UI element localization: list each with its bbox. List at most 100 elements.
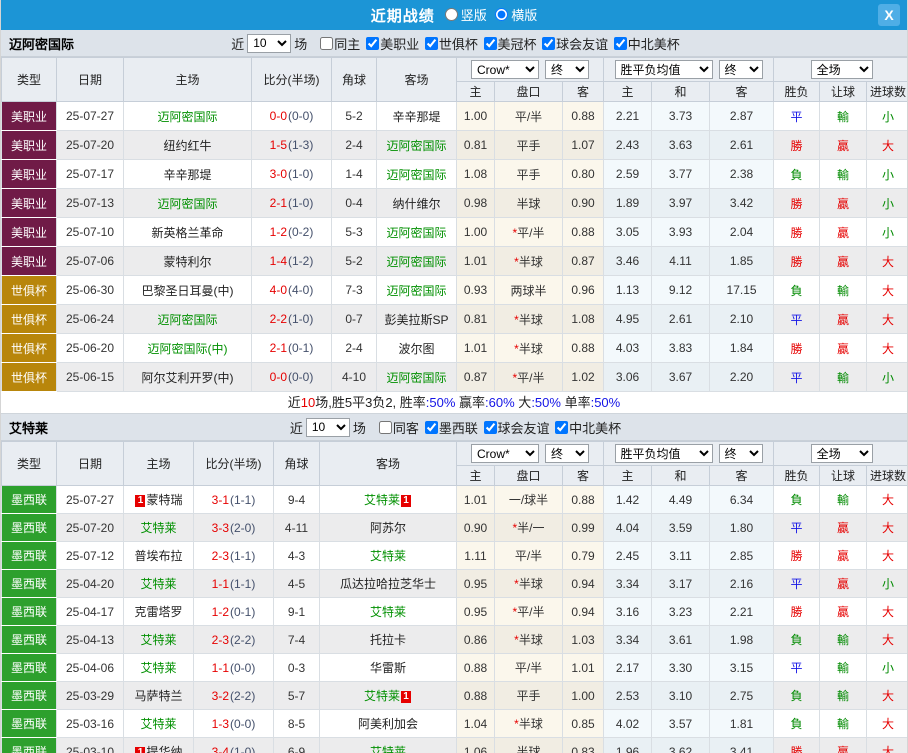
same-venue-checkbox[interactable]: 同客 — [379, 418, 419, 437]
fulltime-score: 2-3 — [212, 549, 229, 563]
near-label: 近 — [290, 418, 303, 437]
team-blocks: 迈阿密国际 近 10 场 同主 美职业 世俱杯 美冠杯 球会友谊 中北美杯 — [1, 30, 907, 753]
avg-odds-select[interactable]: 胜平负均值 — [615, 444, 713, 463]
league-filter-checkbox[interactable]: 世俱杯 — [425, 34, 478, 53]
handicap-text: 平/半 — [515, 661, 542, 675]
avg-odds-select[interactable]: 胜平负均值 — [615, 60, 713, 79]
league-filter-checkbox[interactable]: 球会友谊 — [542, 34, 608, 53]
fulltime-score: 3-4 — [212, 745, 229, 753]
away-team: 艾特莱 — [320, 598, 457, 626]
layout-radio-input[interactable] — [495, 8, 508, 21]
away-team-name: 辛辛那堤 — [392, 110, 440, 124]
corner-score: 4-5 — [274, 570, 320, 598]
match-date: 25-04-17 — [57, 598, 124, 626]
table-row: 美职业 25-07-20 纽约红牛 1-5(1-3) 2-4 迈阿密国际 0.8… — [2, 131, 908, 160]
close-icon[interactable]: X — [878, 4, 900, 26]
away-team: 艾特莱1 — [320, 682, 457, 710]
handicap-odds-home: 0.88 — [457, 654, 495, 682]
team-block: 迈阿密国际 近 10 场 同主 美职业 世俱杯 美冠杯 球会友谊 中北美杯 — [1, 30, 907, 414]
avg-odds-draw: 3.93 — [652, 218, 710, 247]
league-checkbox-input[interactable] — [484, 421, 497, 434]
same-venue-label: 同主 — [334, 34, 360, 53]
layout-radio-input[interactable] — [445, 8, 458, 21]
league-filter-checkbox[interactable]: 中北美杯 — [614, 34, 680, 53]
final-avg-select[interactable]: 终 — [719, 60, 763, 79]
sub-header: 主 — [604, 466, 652, 486]
league-checkbox-input[interactable] — [555, 421, 568, 434]
home-team-name: 蒙特利尔 — [163, 255, 211, 269]
away-team-name: 迈阿密国际 — [386, 168, 446, 182]
team-name: 艾特莱 — [9, 418, 48, 437]
layout-radio-label: 横版 — [511, 5, 537, 24]
league-filter-checkbox[interactable]: 球会友谊 — [484, 418, 550, 437]
avg-odds-home: 4.02 — [604, 710, 652, 738]
result-wdl: 勝 — [774, 542, 820, 570]
scope-select[interactable]: 全场 — [811, 444, 873, 463]
handicap-text: 平/半 — [517, 226, 544, 240]
home-team-name: 迈阿密国际 — [157, 110, 217, 124]
red-card-badge: 1 — [135, 495, 145, 507]
red-card-badge: 1 — [135, 747, 145, 753]
layout-radio[interactable]: 横版 — [495, 5, 537, 24]
final-odds-select[interactable]: 终 — [545, 60, 589, 79]
away-team-name: 迈阿密国际 — [386, 139, 446, 153]
league-checkbox-input[interactable] — [425, 37, 438, 50]
match-count-select[interactable]: 10 — [306, 418, 350, 437]
match-count-select[interactable]: 10 — [247, 34, 291, 53]
same-venue-checkbox-input[interactable] — [379, 421, 392, 434]
table-row: 墨西联 25-03-16 艾特莱 1-3(0-0) 8-5 阿美利加会 1.04… — [2, 710, 908, 738]
same-venue-checkbox-input[interactable] — [320, 37, 333, 50]
avg-odds-home: 4.04 — [604, 514, 652, 542]
fulltime-score: 1-2 — [212, 605, 229, 619]
odds-header-cell: Crow* 终 — [457, 58, 604, 82]
league-filter-checkbox[interactable]: 墨西联 — [425, 418, 478, 437]
table-row: 墨西联 25-07-20 艾特莱 3-3(2-0) 4-11 阿苏尔 0.90 … — [2, 514, 908, 542]
table-row: 墨西联 25-04-17 克雷塔罗 1-2(0-1) 9-1 艾特莱 0.95 … — [2, 598, 908, 626]
layout-radio[interactable]: 竖版 — [445, 5, 487, 24]
league-checkbox-input[interactable] — [425, 421, 438, 434]
fulltime-score: 0-0 — [270, 370, 287, 384]
corner-score: 6-9 — [274, 738, 320, 753]
scope-select[interactable]: 全场 — [811, 60, 873, 79]
near-label: 近 — [231, 34, 244, 53]
handicap-line: *半球 — [495, 247, 563, 276]
result-goals: 大 — [867, 305, 908, 334]
avg-odds-home: 1.13 — [604, 276, 652, 305]
result-wdl: 負 — [774, 626, 820, 654]
final-odds-select[interactable]: 终 — [545, 444, 589, 463]
same-venue-checkbox[interactable]: 同主 — [320, 34, 360, 53]
home-team-name: 艾特莱 — [140, 661, 176, 675]
league-checkbox-input[interactable] — [614, 37, 627, 50]
bookmaker-select[interactable]: Crow* — [471, 60, 539, 79]
filter-bar: 艾特莱 近 10 场 同客 墨西联 球会友谊 中北美杯 — [1, 414, 907, 441]
halftime-score: (0-1) — [288, 341, 313, 355]
league-filter-checkbox[interactable]: 美冠杯 — [484, 34, 537, 53]
fulltime-score: 2-3 — [212, 633, 229, 647]
fulltime-score: 0-0 — [270, 109, 287, 123]
away-team: 纳什维尔 — [377, 189, 457, 218]
sub-header: 客 — [563, 466, 604, 486]
layout-radio-label: 竖版 — [461, 5, 487, 24]
col-header-corner: 角球 — [332, 58, 377, 102]
league-checkbox-input[interactable] — [542, 37, 555, 50]
league-checkbox-input[interactable] — [484, 37, 497, 50]
match-date: 25-07-12 — [57, 542, 124, 570]
league-type-badge: 墨西联 — [2, 626, 57, 654]
league-checkbox-input[interactable] — [366, 37, 379, 50]
avg-odds-draw: 3.62 — [652, 738, 710, 753]
final-avg-select[interactable]: 终 — [719, 444, 763, 463]
bookmaker-select[interactable]: Crow* — [471, 444, 539, 463]
avg-odds-draw: 3.17 — [652, 570, 710, 598]
table-row: 世俱杯 25-06-20 迈阿密国际(中) 2-1(0-1) 2-4 波尔图 1… — [2, 334, 908, 363]
league-filter-checkbox[interactable]: 美职业 — [366, 34, 419, 53]
result-goals: 大 — [867, 682, 908, 710]
scope-header-cell: 全场 — [774, 58, 908, 82]
corner-score: 5-2 — [332, 102, 377, 131]
result-handicap: 輸 — [820, 710, 867, 738]
handicap-odds-away: 0.88 — [563, 334, 604, 363]
match-date: 25-03-29 — [57, 682, 124, 710]
sub-header: 和 — [652, 82, 710, 102]
avg-odds-away: 3.42 — [710, 189, 774, 218]
league-filter-checkbox[interactable]: 中北美杯 — [555, 418, 621, 437]
result-handicap: 贏 — [820, 570, 867, 598]
